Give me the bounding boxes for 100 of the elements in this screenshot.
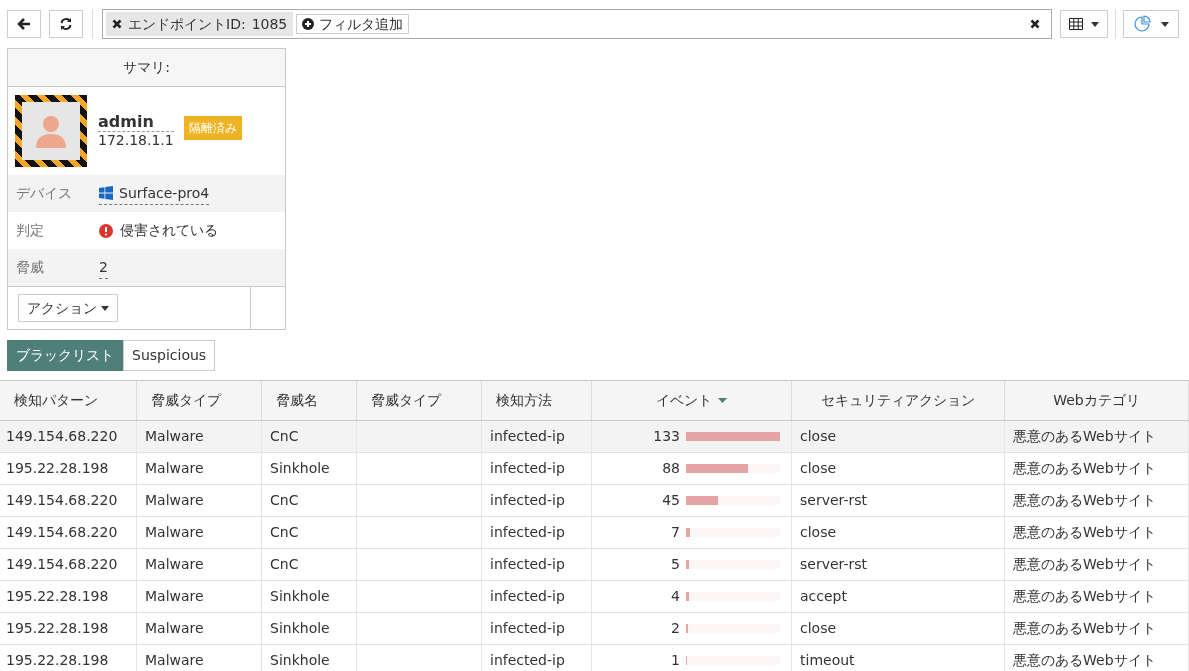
caret-icon	[1091, 21, 1099, 27]
table-cell-text: 悪意のあるWebサイト	[1013, 459, 1156, 478]
table-cell-text: Sinkhole	[270, 619, 330, 638]
column-header[interactable]: 脅威名	[262, 381, 357, 420]
tab[interactable]: Suspicious	[123, 340, 216, 371]
sort-descending-icon	[718, 398, 727, 403]
field-label: 脅威	[16, 258, 45, 277]
remove-icon[interactable]	[112, 19, 122, 29]
column-header[interactable]: 脅威タイプ	[137, 381, 262, 420]
table-cell-text: Malware	[145, 619, 204, 638]
field-label: デバイス	[16, 184, 73, 203]
filter-chip[interactable]: エンドポイントID: 1085	[106, 12, 294, 36]
action-dropdown[interactable]: アクション	[18, 294, 118, 322]
table-cell-text: close	[800, 619, 837, 638]
back-button[interactable]	[7, 10, 41, 38]
column-header[interactable]: 検知パターン	[0, 381, 137, 420]
chart-view-button[interactable]	[1123, 10, 1179, 38]
table-cell-text: 悪意のあるWebサイト	[1013, 491, 1156, 510]
table-row[interactable]: 149.154.68.220 Malware CnC infected-ip 5 server-rst 悪意のあるWebサイト	[0, 549, 1189, 581]
table-cell-text: Malware	[145, 651, 204, 670]
table-cell-text: server-rst	[800, 491, 867, 510]
ip-address: 172.18.1.1	[98, 131, 174, 149]
caret-icon	[1161, 21, 1169, 27]
table-cell-text: infected-ip	[490, 427, 565, 446]
filter-value: 1085	[251, 14, 288, 34]
table-cell-text: infected-ip	[490, 651, 565, 670]
table-cell-text: 195.22.28.198	[6, 651, 109, 670]
table-cell-text: 悪意のあるWebサイト	[1013, 619, 1156, 638]
grid-icon	[1069, 18, 1083, 30]
table-cell-text: 悪意のあるWebサイト	[1013, 427, 1156, 446]
table-cell-text: 149.154.68.220	[6, 523, 118, 542]
table-cell-text: 149.154.68.220	[6, 491, 118, 510]
table-cell-text: 悪意のあるWebサイト	[1013, 587, 1156, 606]
table-cell-text: accept	[800, 587, 847, 606]
event-count: 133	[652, 427, 680, 446]
column-header[interactable]: 脅威タイプ	[357, 381, 482, 420]
table-row[interactable]: 195.22.28.198 Malware Sinkhole infected-ip 2 close 悪意のあるWebサイト	[0, 613, 1189, 645]
table-cell-text: infected-ip	[490, 619, 565, 638]
table-cell-text: 悪意のあるWebサイト	[1013, 651, 1156, 670]
table-cell-text: infected-ip	[490, 555, 565, 574]
column-header[interactable]: イベント	[592, 381, 792, 420]
event-count: 2	[670, 619, 680, 638]
table-cell-text: 195.22.28.198	[6, 587, 109, 606]
windows-icon	[99, 186, 113, 200]
clear-icon[interactable]	[1030, 19, 1040, 29]
table-cell-text: close	[800, 523, 837, 542]
table-row[interactable]: 149.154.68.220 Malware CnC infected-ip 45 server-rst 悪意のあるWebサイト	[0, 485, 1189, 517]
device-link[interactable]: Surface-pro4	[99, 182, 210, 205]
table-cell-text: infected-ip	[490, 459, 565, 478]
user-name: admin	[98, 113, 155, 131]
table-cell-text: server-rst	[800, 555, 867, 574]
table-cell-text: 149.154.68.220	[6, 555, 118, 574]
verdict-text: 侵害されている	[120, 221, 218, 240]
tab[interactable]: ブラックリスト	[7, 340, 123, 371]
person-icon	[34, 114, 68, 148]
threat-count-link[interactable]: 2	[99, 256, 108, 279]
add-filter-button[interactable]: フィルタ追加	[296, 14, 410, 34]
card-title: サマリ:	[8, 49, 285, 87]
table-cell-text: 195.22.28.198	[6, 459, 109, 478]
plus-circle-icon	[302, 18, 315, 30]
table-cell-text: 195.22.28.198	[6, 619, 109, 638]
table-cell-text: Malware	[145, 587, 204, 606]
column-header[interactable]: セキュリティアクション	[792, 381, 1005, 420]
event-count: 88	[661, 459, 680, 478]
column-header[interactable]: 検知方法	[482, 381, 592, 420]
filter-label: エンドポイントID:	[128, 14, 246, 34]
column-header[interactable]: Webカテゴリ	[1005, 381, 1189, 420]
table-row[interactable]: 195.22.28.198 Malware Sinkhole infected-ip 4 accept 悪意のあるWebサイト	[0, 581, 1189, 613]
pie-chart-icon	[1133, 15, 1151, 33]
table-cell-text: Sinkhole	[270, 459, 330, 478]
table-cell-text: infected-ip	[490, 587, 565, 606]
refresh-icon	[59, 17, 73, 31]
table-cell-text: Malware	[145, 459, 204, 478]
table-cell-text: Malware	[145, 523, 204, 542]
table-row[interactable]: 149.154.68.220 Malware CnC infected-ip 133 close 悪意のあるWebサイト	[0, 421, 1189, 453]
back-arrow-icon	[17, 17, 31, 31]
table-cell-text: CnC	[270, 523, 299, 542]
table-cell-text: 149.154.68.220	[6, 427, 118, 446]
table-cell-text: close	[800, 427, 837, 446]
table-cell-text: Sinkhole	[270, 587, 330, 606]
status-badge: 隔離済み	[183, 116, 242, 140]
table-cell-text: infected-ip	[490, 523, 565, 542]
table-cell-text: Sinkhole	[270, 651, 330, 670]
field-label: 判定	[16, 221, 45, 240]
refresh-button[interactable]	[49, 10, 83, 38]
table-cell-text: timeout	[800, 651, 855, 670]
event-count: 7	[670, 523, 680, 542]
table-cell-text: CnC	[270, 555, 299, 574]
alert-icon	[99, 223, 113, 238]
event-count: 4	[670, 587, 680, 606]
event-count: 45	[661, 491, 680, 510]
table-cell-text: Malware	[145, 427, 204, 446]
table-view-button[interactable]	[1060, 10, 1108, 38]
table-cell-text: CnC	[270, 491, 299, 510]
filter-bar[interactable]: エンドポイントID: 1085 フィルタ追加	[102, 9, 1052, 39]
table-cell-text: CnC	[270, 427, 299, 446]
table-cell-text: 悪意のあるWebサイト	[1013, 555, 1156, 574]
table-row[interactable]: 195.22.28.198 Malware Sinkhole infected-ip 88 close 悪意のあるWebサイト	[0, 453, 1189, 485]
event-count: 5	[670, 555, 680, 574]
table-row[interactable]: 149.154.68.220 Malware CnC infected-ip 7 close 悪意のあるWebサイト	[0, 517, 1189, 549]
